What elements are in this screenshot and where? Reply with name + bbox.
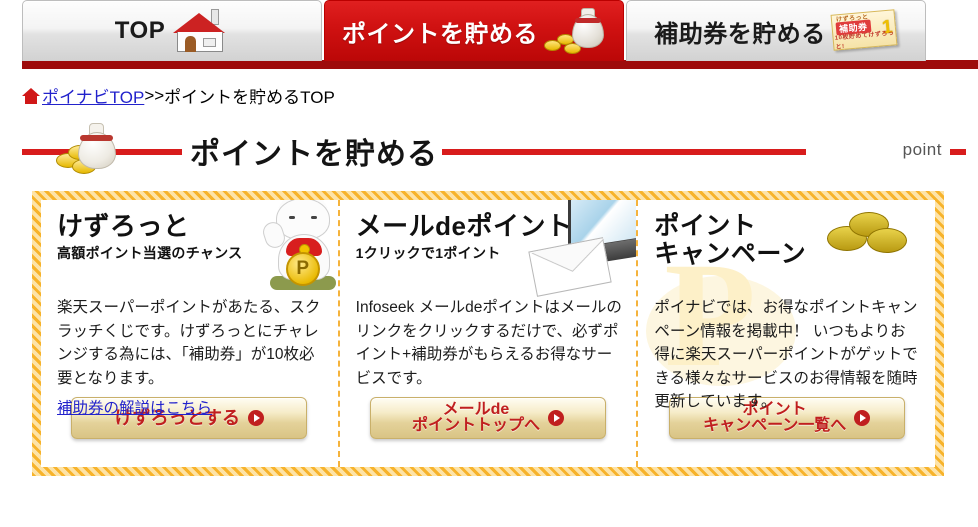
card-mail-de-point: メールdeポイント 1クリックで1ポイント Infoseek メールdeポイント… xyxy=(337,200,637,467)
main-tab-bar: TOP ポイントを貯める 補助券を貯める けずろっと 補助券 1 10枚貯めてけ… xyxy=(0,0,978,70)
card-point-campaign-title: ポイント キャンペーン xyxy=(654,212,807,268)
section-rule-right xyxy=(442,149,806,155)
tab-earn-coupons-label: 補助券を貯める xyxy=(654,20,826,48)
card-kezurotto: P けずろっと 高額ポイント当選のチャンス 楽天スーパーポイントがあたる、スクラ… xyxy=(41,200,338,467)
card-kezurotto-body: 楽天スーパーポイントがあたる、スクラッチくじです。けずろっとにチャレンジする為に… xyxy=(57,299,321,387)
card-point-campaign-body: ポイナビでは、お得なポイントキャンペーン情報を掲載中！ いつもよりお得に楽天スー… xyxy=(654,299,918,411)
tab-earn-points[interactable]: ポイントを貯める xyxy=(324,0,624,61)
tab-top[interactable]: TOP xyxy=(22,0,322,61)
money-bag-coins-icon xyxy=(56,123,132,175)
home-icon xyxy=(22,87,40,104)
section-header: ポイントを貯める point xyxy=(22,123,978,183)
page-title: ポイントを貯める xyxy=(190,138,438,171)
card-kezurotto-link[interactable]: 補助券の解説はこちら xyxy=(57,396,212,418)
breadcrumb-link-home[interactable]: ポイナビTOP xyxy=(42,83,144,108)
section-rule-dot xyxy=(950,149,966,155)
coupon-ticket-icon: けずろっと 補助券 1 10枚貯めてけずろっと! xyxy=(830,9,898,53)
tab-earn-coupons[interactable]: 補助券を貯める けずろっと 補助券 1 10枚貯めてけずろっと! xyxy=(626,0,926,61)
card-point-campaign: P ポイント キャンペーン ポイナビでは、お得なポイントキャンペーン情報を掲載中… xyxy=(636,200,935,467)
tab-earn-points-label: ポイントを貯める xyxy=(342,20,538,48)
mail-de-point-action-button[interactable]: メールde ポイントトップへ xyxy=(370,397,606,439)
tab-top-label: TOP xyxy=(114,17,166,44)
cards-panel: P けずろっと 高額ポイント当選のチャンス 楽天スーパーポイントがあたる、スクラ… xyxy=(32,191,944,476)
tab-bar-underline xyxy=(22,60,978,69)
card-mail-de-point-subtitle: 1クリックで1ポイント xyxy=(355,245,501,262)
house-icon xyxy=(171,9,229,53)
section-side-label: point xyxy=(902,140,942,159)
breadcrumb-current: ポイントを貯めるTOP xyxy=(164,88,335,107)
card-kezurotto-subtitle: 高額ポイント当選のチャンス xyxy=(57,245,243,262)
mail-de-point-action-button-label: メールde ポイントトップへ xyxy=(411,400,540,434)
card-mail-de-point-title: メールdeポイント xyxy=(355,211,573,241)
arrow-right-icon xyxy=(548,410,564,426)
money-bag-icon xyxy=(544,8,606,54)
card-kezurotto-title: けずろっと xyxy=(57,211,190,241)
breadcrumb-separator: >> xyxy=(144,85,165,105)
breadcrumb: ポイナビTOP >> ポイントを貯めるTOP xyxy=(22,83,978,108)
card-mail-de-point-body: Infoseek メールdeポイントはメールのリンクをクリックするだけで、必ずポ… xyxy=(355,299,622,387)
arrow-right-icon xyxy=(248,410,265,426)
